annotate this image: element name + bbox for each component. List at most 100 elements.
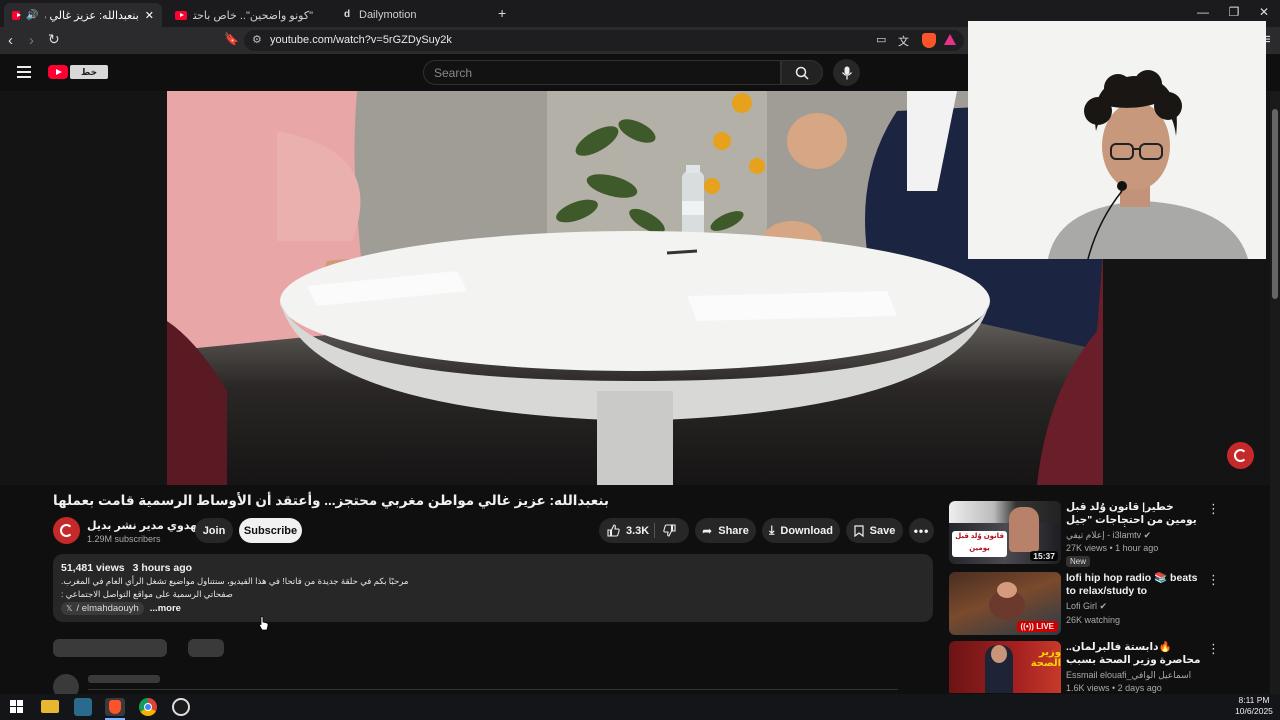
share-icon: ➦ <box>702 523 713 538</box>
cast-icon[interactable]: ▭ <box>876 33 886 46</box>
video-thumbnail[interactable]: قانون وُلد قبل يومين 15:37 <box>949 501 1061 564</box>
recommended-video[interactable]: قانون وُلد قبل يومين 15:37 خطير| قانون و… <box>949 501 1229 567</box>
video-thumbnail[interactable]: وزير الصحة <box>949 641 1061 693</box>
more-actions-button[interactable]: ••• <box>909 518 934 543</box>
sort-loading-placeholder <box>188 639 224 657</box>
save-label: Save <box>869 524 896 537</box>
tab-title: بنعبدالله: عزيز غالي مواطن مغ <box>45 9 139 22</box>
video-title[interactable]: lofi hip hop radio 📚 beats to relax/stud… <box>1066 572 1206 598</box>
address-bar[interactable]: ⚙ youtube.com/watch?v=5rGZDySuy2k <box>244 30 964 51</box>
channel-name[interactable]: Lofi Girl ✔ <box>1066 601 1107 612</box>
reload-icon[interactable]: ↻ <box>48 31 60 48</box>
restore-icon[interactable]: ❐ <box>1224 5 1244 19</box>
hamburger-icon[interactable] <box>17 66 31 78</box>
minimize-icon[interactable]: — <box>1193 5 1213 19</box>
microphone-icon <box>841 66 852 79</box>
logo-badge: خط <box>70 65 108 79</box>
youtube-logo-icon[interactable] <box>48 65 68 79</box>
x-logo-icon: 𝕏 <box>66 604 73 613</box>
more-horizontal-icon: ••• <box>913 523 930 538</box>
channel-avatar[interactable] <box>53 517 80 544</box>
voice-search-button[interactable] <box>833 59 860 86</box>
search-button[interactable] <box>781 60 823 85</box>
close-tab-icon[interactable]: ✕ <box>145 9 154 22</box>
thumbs-down-icon <box>663 524 676 537</box>
close-window-icon[interactable]: ✕ <box>1254 5 1274 19</box>
channel-name[interactable]: إعلام تيفي - i3lamtv ✔ <box>1066 530 1151 541</box>
tab-second-video[interactable]: "كونو واضحين".. خاص باحتجاجات الشا <box>167 3 329 27</box>
video-title[interactable]: خطير| قانون وُلد قبل يومين من احتجاجات "… <box>1066 501 1206 527</box>
verified-icon: ✔ <box>1143 530 1152 540</box>
back-icon[interactable]: ‹ <box>8 32 13 49</box>
brave-shields-icon[interactable] <box>922 33 936 48</box>
forward-icon[interactable]: › <box>29 32 34 49</box>
download-icon: ⤓ <box>769 523 775 537</box>
windows-taskbar: 8:11 PM 10/6/2025 <box>0 694 1280 720</box>
chrome-icon[interactable] <box>139 698 157 716</box>
subscribe-button[interactable]: Subscribe <box>239 518 302 543</box>
brave-rewards-icon[interactable] <box>944 34 956 45</box>
recommended-video[interactable]: ((•)) LIVE lofi hip hop radio 📚 beats to… <box>949 572 1229 636</box>
more-vertical-icon[interactable]: ⋮ <box>1207 501 1220 517</box>
like-count: 3.3K <box>626 524 650 537</box>
more-vertical-icon[interactable]: ⋮ <box>1207 641 1220 657</box>
social-handle: / elmahdaouyh <box>76 603 139 614</box>
obs-studio-icon[interactable] <box>172 698 190 716</box>
more-vertical-icon[interactable]: ⋮ <box>1207 572 1220 588</box>
windows-start-icon[interactable] <box>9 698 27 716</box>
translate-icon[interactable]: 文 <box>898 33 909 49</box>
save-button[interactable]: Save <box>846 518 903 543</box>
page-scrollbar[interactable] <box>1270 91 1280 694</box>
live-badge: ((•)) LIVE <box>1016 621 1058 632</box>
channel-watermark-icon[interactable] <box>1227 442 1254 469</box>
join-button[interactable]: Join <box>195 518 233 543</box>
speaker-icon[interactable]: 🔊 <box>26 10 38 21</box>
search-input[interactable] <box>424 61 780 84</box>
description-line: مرحبًا بكم في حلقة جديدة من فاتحا! في هذ… <box>61 576 409 586</box>
url-text: youtube.com/watch?v=5rGZDySuy2k <box>270 34 452 46</box>
divider <box>654 523 655 538</box>
divider <box>88 689 898 690</box>
thumbnail-header <box>949 501 1061 523</box>
thumbs-up-icon <box>607 524 620 537</box>
new-tab-icon[interactable]: + <box>498 5 506 21</box>
tab-dailymotion[interactable]: d Dailymotion <box>333 3 493 27</box>
share-label: Share <box>718 524 749 537</box>
thumbnail-character-head <box>997 582 1017 598</box>
clock-date: 10/6/2025 <box>1235 706 1273 716</box>
like-button[interactable]: 3.3K <box>607 524 649 537</box>
video-title[interactable]: 🔥دابستة فالبرلمان.. محاصرة وزير الصحة بس… <box>1066 641 1206 667</box>
upload-time: 3 hours ago <box>132 562 193 574</box>
dislike-button[interactable] <box>663 524 676 540</box>
comment-text-placeholder <box>88 675 160 683</box>
thumbnail-caption: وزير الصحة <box>1030 647 1061 669</box>
photos-app-icon[interactable] <box>74 698 92 716</box>
bookmark-icon[interactable]: 🔖 <box>224 32 239 46</box>
live-icon: ((•)) <box>1020 622 1034 631</box>
mouse-cursor-icon <box>259 616 269 631</box>
social-handle-chip[interactable]: 𝕏 / elmahdaouyh <box>61 602 144 615</box>
description-box[interactable]: 51,481 views 3 hours ago مرحبًا بكم في ح… <box>53 554 933 622</box>
system-clock[interactable]: 8:11 PM 10/6/2025 <box>1234 695 1274 717</box>
file-explorer-icon[interactable] <box>41 700 59 713</box>
scrollbar-thumb[interactable] <box>1272 109 1278 299</box>
new-badge: New <box>1066 556 1091 567</box>
video-thumbnail[interactable]: ((•)) LIVE <box>949 572 1061 635</box>
view-count: 51,481 views <box>61 562 125 574</box>
youtube-icon <box>12 10 21 20</box>
tab-title: Dailymotion <box>359 9 417 21</box>
video-frame[interactable] <box>167 91 1103 485</box>
youtube-icon <box>175 10 187 20</box>
show-more-link[interactable]: ...more <box>150 603 181 614</box>
like-dislike-group: 3.3K <box>599 518 689 543</box>
save-playlist-icon <box>854 524 864 537</box>
video-duration: 15:37 <box>1030 551 1058 561</box>
channel-name[interactable]: المهدوي مدير نشر بديل <box>87 520 213 532</box>
brave-browser-taskbar-item[interactable] <box>105 698 125 720</box>
download-button[interactable]: ⤓ Download <box>762 518 840 543</box>
share-button[interactable]: ➦ Share <box>695 518 756 543</box>
recommended-video[interactable]: وزير الصحة 🔥دابستة فالبرلمان.. محاصرة وز… <box>949 641 1229 693</box>
tab-active-video[interactable]: 🔊 بنعبدالله: عزيز غالي مواطن مغ ✕ <box>4 3 162 27</box>
site-settings-icon[interactable]: ⚙ <box>252 33 262 46</box>
channel-name[interactable]: Essmail elouafi_اسماعيل الوافي <box>1066 670 1191 681</box>
